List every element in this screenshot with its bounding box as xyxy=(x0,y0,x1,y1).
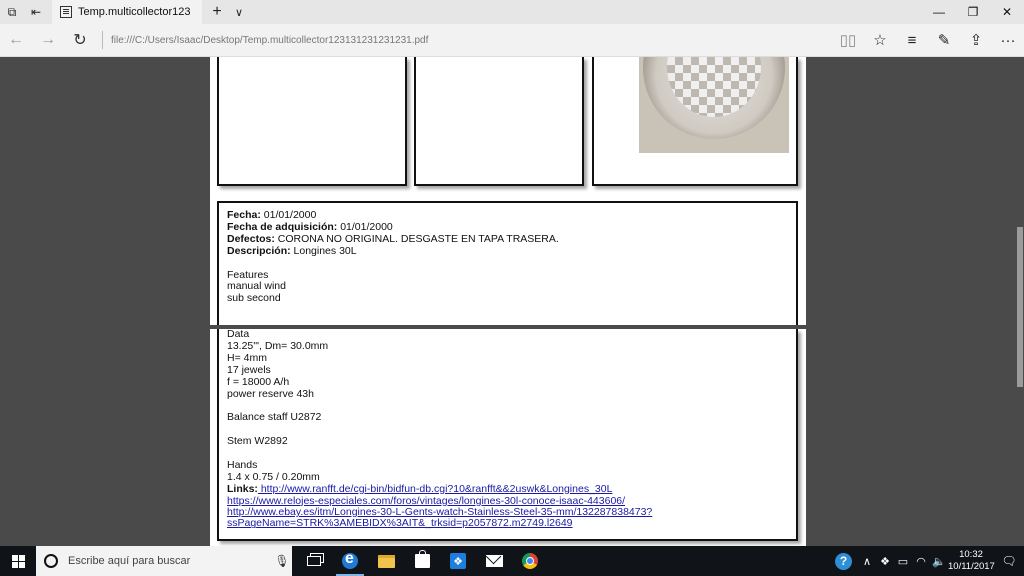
taskbar-file-explorer[interactable] xyxy=(368,546,404,576)
data-line: f = 18000 A/h xyxy=(227,375,290,388)
data-line: 17 jewels xyxy=(227,363,271,376)
address-bar: ← → ↻ file:///C:/Users/Isaac/Desktop/Tem… xyxy=(0,24,1024,57)
notifications-icon[interactable]: 🗨 xyxy=(994,554,1024,568)
data-box: Data 13.25'", Dm= 30.0mm H= 4mm 17 jewel… xyxy=(217,328,798,541)
dropbox-tray-icon[interactable]: ❖ xyxy=(876,555,894,568)
new-tab-button[interactable]: + xyxy=(206,3,228,21)
windows-logo-icon xyxy=(11,554,25,568)
share-icon[interactable]: ⇪ xyxy=(960,24,992,57)
scrollbar[interactable] xyxy=(1016,57,1024,546)
features-heading: Features xyxy=(227,268,269,281)
taskbar-dropbox[interactable]: ❖ xyxy=(440,546,476,576)
system-tray: ? ∧ ❖ ▭ ◠ 🔈 10:32 10/11/2017 🗨 xyxy=(835,546,1024,576)
pdf-viewer[interactable]: Fecha: 01/01/2000 Fecha de adquisición: … xyxy=(0,57,1024,546)
stem-line: Stem W2892 xyxy=(227,435,288,448)
web-note-icon[interactable]: ✎ xyxy=(928,24,960,57)
search-placeholder: Escribe aquí para buscar xyxy=(68,555,191,567)
refresh-button[interactable]: ↻ xyxy=(64,24,96,57)
links-line: Links: http://www.ranfft.de/cgi-bin/bidf… xyxy=(227,482,613,495)
data-line: power reserve 43h xyxy=(227,387,314,400)
start-button[interactable] xyxy=(0,546,36,576)
pdf-favicon-icon xyxy=(60,6,72,18)
title-bar: ⧉ ⇤ Temp.multicollector123 + ∨ — ❐ ✕ xyxy=(0,0,1024,24)
data-line: H= 4mm xyxy=(227,351,267,364)
scrollbar-thumb[interactable] xyxy=(1017,227,1023,387)
set-tabs-aside-icon[interactable]: ⇤ xyxy=(24,0,48,24)
task-view-icon xyxy=(307,556,321,566)
restore-button[interactable]: ❐ xyxy=(956,0,990,24)
link-ranfft[interactable]: http://www.ranfft.de/cgi-bin/bidfun-db.c… xyxy=(258,483,613,495)
image-frame-3 xyxy=(592,57,798,186)
store-icon xyxy=(414,550,430,568)
taskbar-apps: ❖ xyxy=(296,546,548,576)
hub-icon[interactable]: ≡ xyxy=(896,24,928,57)
chevron-down-icon[interactable]: ∨ xyxy=(228,6,250,19)
clock[interactable]: 10:32 10/11/2017 xyxy=(948,549,995,573)
image-frame-1 xyxy=(217,57,407,186)
feature-item: manual wind xyxy=(227,280,286,293)
clock-time: 10:32 xyxy=(959,549,983,560)
chevron-up-icon[interactable]: ∧ xyxy=(858,555,876,568)
tab-pdf[interactable]: Temp.multicollector123 xyxy=(52,0,202,24)
pdf-page-2: Data 13.25'", Dm= 30.0mm H= 4mm 17 jewel… xyxy=(210,328,806,546)
clock-date: 10/11/2017 xyxy=(948,561,995,572)
link-ebay-continued[interactable]: ssPageName=STRK%3AMEBIDX%3AIT&_trksid=p2… xyxy=(227,518,788,530)
tab-preview-icon[interactable]: ⧉ xyxy=(0,0,24,24)
more-icon[interactable]: ··· xyxy=(992,24,1024,57)
taskbar-search-box[interactable]: Escribe aquí para buscar 🎙 xyxy=(36,546,292,576)
dropbox-icon: ❖ xyxy=(450,553,466,569)
taskbar: Escribe aquí para buscar 🎙 ❖ ? ∧ ❖ ▭ ◠ 🔈… xyxy=(0,546,1024,576)
pdf-page-1: Fecha: 01/01/2000 Fecha de adquisición: … xyxy=(210,57,806,325)
close-button[interactable]: ✕ xyxy=(990,0,1024,24)
back-button[interactable]: ← xyxy=(0,24,32,57)
wifi-icon[interactable]: ◠ xyxy=(912,555,930,568)
volume-icon[interactable]: 🔈 xyxy=(930,555,948,568)
microphone-icon[interactable]: 🎙 xyxy=(272,554,292,568)
taskbar-edge[interactable] xyxy=(332,546,368,576)
url-separator xyxy=(102,31,103,49)
watch-photo xyxy=(639,57,789,153)
task-view-button[interactable] xyxy=(296,546,332,576)
help-icon[interactable]: ? xyxy=(835,552,852,570)
image-frame-2 xyxy=(414,57,584,186)
taskbar-store[interactable] xyxy=(404,546,440,576)
descripcion-line: Descripción: Longines 30L xyxy=(227,244,357,257)
edge-icon xyxy=(342,550,358,569)
forward-button[interactable]: → xyxy=(32,24,64,57)
minimize-button[interactable]: — xyxy=(922,0,956,24)
window-controls: — ❐ ✕ xyxy=(922,0,1024,24)
taskbar-mail[interactable] xyxy=(476,546,512,576)
info-box: Fecha: 01/01/2000 Fecha de adquisición: … xyxy=(217,201,798,325)
cortana-icon xyxy=(44,554,58,568)
tab-title: Temp.multicollector123 xyxy=(78,6,191,18)
url-field[interactable]: file:///C:/Users/Isaac/Desktop/Temp.mult… xyxy=(109,35,832,46)
mail-icon xyxy=(485,555,503,567)
feature-item: sub second xyxy=(227,292,281,305)
taskbar-chrome[interactable] xyxy=(512,546,548,576)
balance-line: Balance staff U2872 xyxy=(227,411,322,424)
favorite-star-icon[interactable]: ☆ xyxy=(864,24,896,57)
battery-icon[interactable]: ▭ xyxy=(894,555,912,568)
chrome-icon xyxy=(522,553,538,569)
data-line: 13.25'", Dm= 30.0mm xyxy=(227,339,329,352)
reading-view-icon[interactable]: ▯▯ xyxy=(832,24,864,57)
folder-icon xyxy=(377,554,395,568)
